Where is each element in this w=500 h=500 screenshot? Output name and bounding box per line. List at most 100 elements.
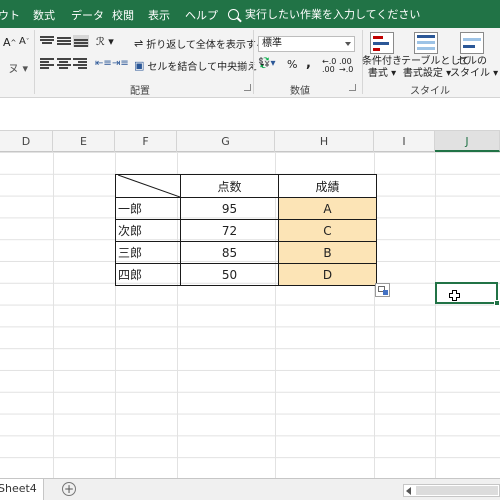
wrap-text-button[interactable]: ⇌ 折り返して全体を表示する: [134, 36, 266, 51]
menu-bar: ウト 数式 データ 校閲 表示 ヘルプ 実行したい作業を入力してください: [0, 0, 500, 28]
table-row: 四郎 50 D: [115, 263, 377, 286]
grid-line: [435, 152, 436, 478]
format-as-table-label-1: テーブルとして: [401, 56, 471, 67]
align-middle-button[interactable]: [57, 36, 71, 46]
wrap-text-label: 折り返して全体を表示する: [146, 40, 266, 51]
score-table: 点数 成績 一郎 95 A 次郎 72 C 三郎 85 B 四郎 50 D: [115, 174, 377, 286]
column-header-e[interactable]: E: [53, 131, 115, 152]
group-separator: [253, 30, 254, 94]
decrease-font-size-button[interactable]: Aˇ: [19, 36, 29, 47]
row-grade-cell[interactable]: B: [278, 241, 377, 264]
format-as-table-icon[interactable]: [414, 32, 438, 54]
percent-style-button[interactable]: %: [287, 58, 297, 71]
merge-cells-icon: ▣: [134, 59, 145, 72]
column-header-d[interactable]: D: [0, 131, 53, 152]
decrease-decimal-button[interactable]: .00 →.0: [339, 58, 353, 74]
row-score-cell[interactable]: 95: [180, 197, 279, 220]
column-header-i[interactable]: I: [374, 131, 435, 152]
fill-handle[interactable]: [494, 300, 500, 306]
quick-analysis-icon[interactable]: [375, 283, 390, 297]
alignment-group-label: 配置: [130, 86, 150, 97]
header-grade[interactable]: 成績: [278, 174, 377, 198]
align-top-icon: [40, 36, 54, 46]
row-score-cell[interactable]: 50: [180, 263, 279, 286]
add-sheet-button[interactable]: +: [62, 482, 76, 496]
diagonal-border: [118, 175, 180, 197]
align-right-icon: [73, 58, 87, 69]
menu-tab-formulas[interactable]: 数式: [33, 7, 55, 23]
search-icon: [228, 8, 239, 20]
menu-tab-view[interactable]: 表示: [148, 7, 170, 23]
format-as-table-button[interactable]: テーブルとして 書式設定 ▾: [401, 56, 471, 80]
table-row: 三郎 85 B: [115, 241, 377, 264]
row-score-cell[interactable]: 72: [180, 219, 279, 242]
merge-center-button[interactable]: ▣ セルを結合して中央揃え ▾: [134, 58, 264, 73]
table-header-row: 点数 成績: [115, 174, 377, 198]
sheet-tab-label: Sheet4: [0, 482, 37, 495]
cell-styles-label-2: スタイル ▾: [450, 68, 499, 79]
menu-tab-review[interactable]: 校閲: [112, 7, 134, 23]
conditional-formatting-label-2: 書式 ▾: [367, 68, 397, 79]
diagonal-header-cell[interactable]: [115, 174, 181, 198]
increase-font-size-button[interactable]: A ^: [3, 36, 16, 49]
number-dialog-launcher-icon[interactable]: [349, 84, 356, 91]
align-center-button[interactable]: [57, 58, 71, 69]
font-color-button[interactable]: ヌ ▾: [8, 60, 28, 76]
row-grade-cell[interactable]: D: [278, 263, 377, 286]
comma-style-button[interactable]: ,: [306, 56, 311, 71]
header-score[interactable]: 点数: [180, 174, 279, 198]
cell-styles-label-1: セルの: [457, 56, 487, 67]
row-score-cell[interactable]: 85: [180, 241, 279, 264]
styles-group-label: スタイル: [410, 86, 450, 97]
align-left-button[interactable]: [40, 58, 54, 69]
increase-indent-button[interactable]: ⇥≡: [112, 58, 129, 69]
tell-me-search[interactable]: 実行したい作業を入力してください: [228, 5, 420, 23]
conditional-formatting-button[interactable]: 条件付き 書式 ▾: [362, 56, 402, 80]
column-header-j[interactable]: J: [435, 131, 500, 152]
row-name-cell[interactable]: 四郎: [115, 263, 181, 286]
number-group-label: 数値: [290, 86, 310, 97]
format-as-table-label-2: 書式設定 ▾: [402, 68, 452, 79]
align-bottom-button[interactable]: [73, 35, 89, 47]
cell-styles-icon[interactable]: [460, 32, 484, 54]
orientation-button[interactable]: ℛ ▾: [96, 35, 114, 48]
row-name-cell[interactable]: 次郎: [115, 219, 181, 242]
menu-tab-data[interactable]: データ: [71, 7, 104, 23]
merge-center-label: セルを結合して中央揃え: [147, 62, 258, 73]
column-header-h[interactable]: H: [275, 131, 374, 152]
number-format-dropdown[interactable]: 標準: [258, 36, 355, 52]
ribbon: A ^ Aˇ ヌ ▾ ℛ ▾ ⇌ 折り返して全体を表示する ⇤≡ ⇥≡ ▣ セル…: [0, 28, 500, 98]
align-left-icon: [40, 58, 54, 69]
row-grade-cell[interactable]: C: [278, 219, 377, 242]
decrease-indent-button[interactable]: ⇤≡: [95, 58, 112, 69]
sheet-tab[interactable]: Sheet4: [0, 479, 44, 500]
align-top-button[interactable]: [40, 36, 54, 46]
horizontal-scrollbar[interactable]: [403, 484, 500, 497]
increase-decimal-button[interactable]: ←.0.00: [322, 58, 336, 74]
grid-line: [53, 152, 54, 478]
selected-cell[interactable]: [435, 282, 500, 306]
conditional-formatting-label-1: 条件付き: [362, 56, 402, 67]
excel-window: ウト 数式 データ 校閲 表示 ヘルプ 実行したい作業を入力してください A ^ …: [0, 0, 500, 500]
column-header-f[interactable]: F: [115, 131, 177, 152]
row-name-cell[interactable]: 三郎: [115, 241, 181, 264]
number-format-value: 標準: [262, 38, 282, 49]
cell-cursor-icon: [449, 290, 460, 301]
conditional-formatting-icon[interactable]: [370, 32, 394, 54]
column-header-g[interactable]: G: [177, 131, 275, 152]
align-center-icon: [57, 58, 71, 69]
alignment-dialog-launcher-icon[interactable]: [244, 84, 251, 91]
scroll-left-icon[interactable]: [406, 487, 411, 495]
row-grade-cell[interactable]: A: [278, 197, 377, 220]
tell-me-text: 実行したい作業を入力してください: [245, 8, 421, 21]
menu-tab-layout[interactable]: ウト: [0, 7, 20, 23]
accounting-format-button[interactable]: 💱▾: [258, 58, 275, 69]
wrap-text-icon: ⇌: [134, 37, 144, 50]
menu-tab-help[interactable]: ヘルプ: [185, 7, 218, 23]
align-right-button[interactable]: [73, 58, 87, 69]
row-name-cell[interactable]: 一郎: [115, 197, 181, 220]
table-row: 次郎 72 C: [115, 219, 377, 242]
scrollbar-thumb[interactable]: [416, 486, 498, 495]
cell-styles-button[interactable]: セルの スタイル ▾: [450, 56, 499, 80]
align-middle-icon: [57, 36, 71, 46]
